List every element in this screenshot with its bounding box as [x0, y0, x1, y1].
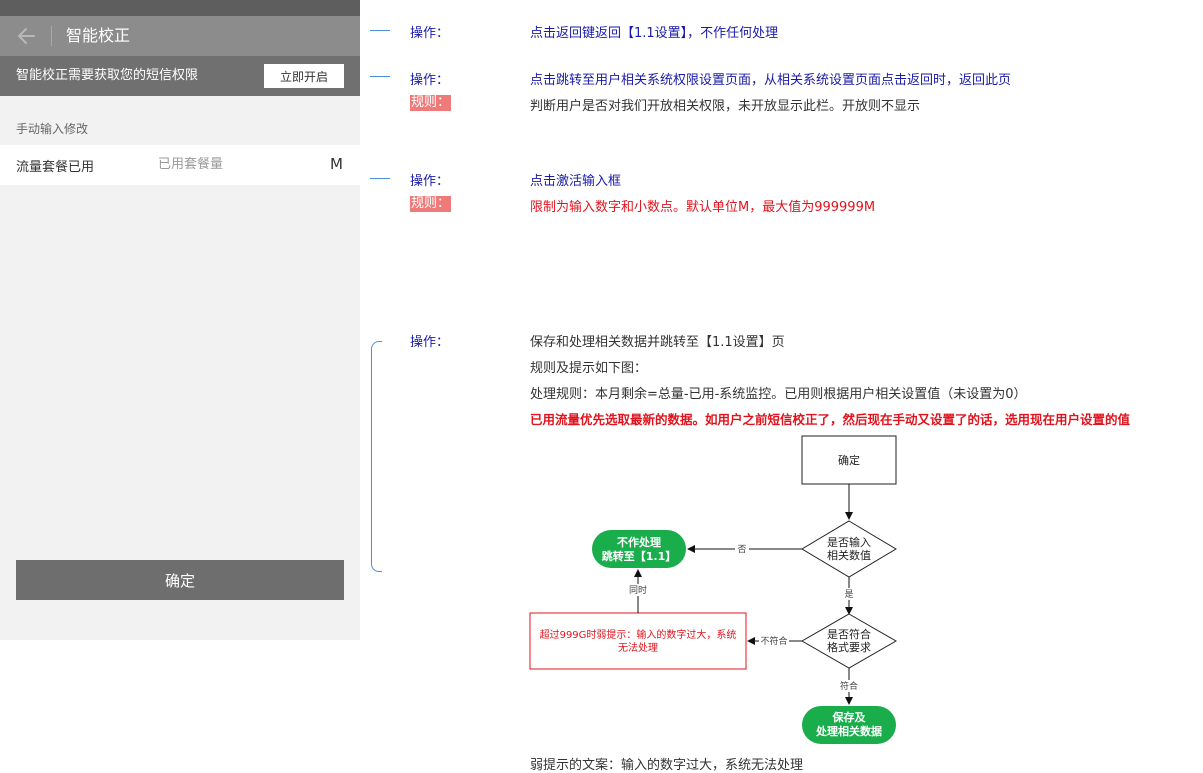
flow-save-line1: 保存及: [832, 710, 867, 724]
flow-match-label: 符合: [840, 680, 858, 692]
flow-warning-line2: 无法处理: [618, 641, 658, 654]
flow-no-label: 否: [737, 544, 746, 555]
flow-simultaneous-label: 同时: [629, 584, 647, 596]
flow-no-action-line2: 跳转至【1.1】: [602, 549, 677, 563]
flow-start-label: 确定: [838, 453, 860, 467]
flow-warning-line1: 超过999G时弱提示：输入的数字过大，系统: [540, 628, 737, 641]
flow-not-match-label: 不符合: [760, 635, 787, 647]
flow-decision-input-line2: 相关数值: [827, 548, 871, 562]
flow-decision-format-line2: 格式要求: [827, 640, 871, 654]
flowchart: 确定 是否输入 相关数值 否 不作处理 跳转至【1.1】 是 是否符合 格式要求…: [529, 435, 898, 744]
flow-save-line2: 处理相关数据: [815, 724, 882, 738]
flow-decision-format-line1: 是否符合: [827, 627, 871, 641]
flow-decision-input-line1: 是否输入: [827, 535, 871, 549]
flow-yes-label: 是: [844, 589, 853, 600]
flow-warning-box: [529, 612, 747, 670]
flow-no-action-line1: 不作处理: [617, 535, 661, 549]
